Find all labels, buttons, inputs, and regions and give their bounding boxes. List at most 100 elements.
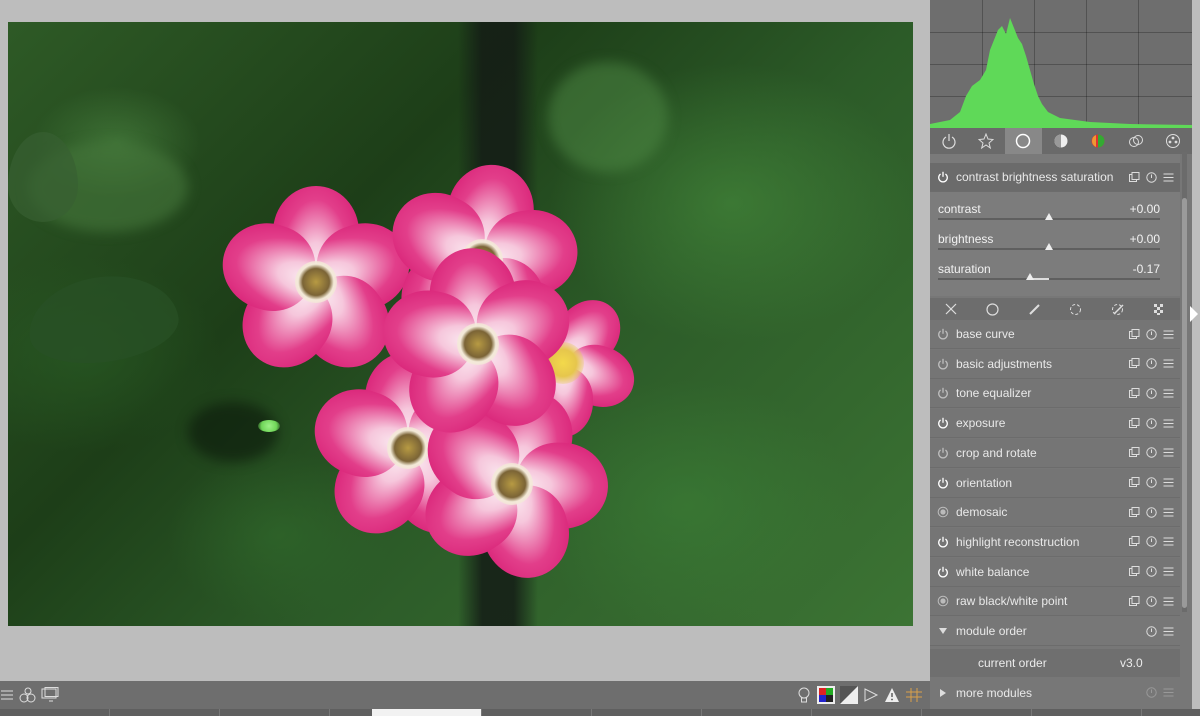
presets-menu-icon[interactable] (1163, 626, 1174, 637)
reset-icon[interactable] (1146, 447, 1157, 458)
presets-menu-icon[interactable] (1163, 536, 1174, 547)
multi-instance-icon[interactable] (1129, 447, 1140, 458)
module-row[interactable]: white balance (930, 557, 1180, 587)
always-on-icon (937, 595, 949, 607)
reset-icon[interactable] (1146, 328, 1157, 340)
reset-icon[interactable] (1146, 536, 1157, 548)
module-power-button[interactable] (930, 171, 956, 183)
presets-menu-icon[interactable] (1163, 566, 1174, 577)
soft-proof-button[interactable] (862, 685, 880, 705)
module-contrast-brightness-saturation[interactable]: contrast brightness saturation (930, 163, 1180, 192)
module-row[interactable]: raw black/white point (930, 587, 1180, 617)
image-canvas[interactable] (8, 22, 913, 626)
module-row[interactable]: base curve (930, 320, 1180, 349)
more-modules-header[interactable]: more modules (930, 678, 1180, 707)
presets-menu-icon[interactable] (1163, 358, 1174, 369)
reset-icon[interactable] (1146, 417, 1157, 429)
reset-icon[interactable] (1146, 596, 1157, 607)
module-row[interactable]: demosaic (930, 498, 1180, 528)
presets-menu-icon[interactable] (1163, 418, 1174, 429)
module-power-button[interactable] (930, 595, 956, 607)
focus-peaking-button[interactable] (796, 685, 812, 705)
multi-instance-icon[interactable] (1129, 536, 1140, 547)
gamut-check-button[interactable] (883, 685, 901, 705)
module-power-button[interactable] (930, 566, 956, 578)
color-assessment-button[interactable] (816, 685, 836, 705)
presets-menu-icon[interactable] (1163, 477, 1174, 488)
presets-menu-icon[interactable] (1163, 447, 1174, 458)
multi-instance-icon[interactable] (1129, 417, 1140, 429)
styles-button[interactable] (18, 685, 38, 705)
flower (211, 186, 421, 385)
raw-overexposed-button[interactable] (839, 685, 859, 705)
reset-icon[interactable] (1146, 687, 1157, 698)
guides-button[interactable] (904, 685, 924, 705)
module-row[interactable]: crop and rotate (930, 438, 1180, 468)
second-window-button[interactable] (40, 685, 60, 705)
presets-menu-icon[interactable] (1163, 507, 1174, 518)
module-row[interactable]: basic adjustments (930, 349, 1180, 379)
mask-tab-drawn-parametric[interactable] (1097, 298, 1139, 320)
module-power-button[interactable] (930, 477, 956, 489)
power-icon (938, 566, 948, 578)
tab-effects[interactable] (1154, 128, 1191, 154)
panel-scrollbar[interactable] (1182, 152, 1187, 612)
contrast-slider[interactable]: contrast +0.00 (938, 198, 1160, 228)
reset-icon[interactable] (1146, 388, 1157, 399)
multi-instance-icon[interactable] (1129, 328, 1140, 340)
multi-instance-icon[interactable] (1129, 477, 1140, 488)
presets-menu-icon[interactable] (1163, 596, 1174, 607)
reset-icon[interactable] (1146, 506, 1157, 518)
histogram[interactable] (930, 0, 1192, 128)
presets-menu-icon[interactable] (1163, 172, 1174, 183)
tab-color[interactable] (1080, 128, 1117, 154)
multi-instance-icon[interactable] (1129, 595, 1140, 607)
expand-panel-arrow[interactable] (1190, 306, 1198, 322)
reset-icon[interactable] (1146, 566, 1157, 577)
reset-icon[interactable] (1146, 171, 1157, 183)
tab-active-modules[interactable] (930, 128, 967, 154)
slider-marker[interactable] (1045, 213, 1053, 220)
slider-marker[interactable] (1026, 273, 1035, 280)
tab-correct[interactable] (1117, 128, 1154, 154)
presets-menu-icon[interactable] (1163, 329, 1174, 340)
mask-tab-raster[interactable] (1138, 298, 1180, 320)
slider-marker[interactable] (1045, 243, 1053, 250)
tab-technical[interactable] (1004, 128, 1043, 154)
reset-icon[interactable] (1146, 477, 1157, 488)
module-power-button[interactable] (930, 417, 956, 429)
mask-tab-parametric[interactable] (1055, 298, 1097, 320)
brightness-slider[interactable]: brightness +0.00 (938, 228, 1160, 258)
reset-icon[interactable] (1146, 625, 1157, 637)
module-row[interactable]: orientation (930, 468, 1180, 498)
module-row[interactable]: exposure (930, 409, 1180, 439)
presets-menu-icon[interactable] (1163, 388, 1174, 399)
module-power-button[interactable] (930, 447, 956, 459)
module-row[interactable]: highlight reconstruction (930, 527, 1180, 557)
menu-button[interactable] (0, 685, 14, 705)
filmstrip-current[interactable] (372, 709, 482, 716)
module-power-button[interactable] (930, 387, 956, 399)
module-row[interactable]: tone equalizer (930, 379, 1180, 409)
module-power-button[interactable] (930, 536, 956, 548)
multi-instance-icon[interactable] (1129, 566, 1140, 577)
mask-tab-off[interactable] (930, 298, 972, 320)
slider-track[interactable] (938, 278, 1160, 280)
mask-tab-uniform[interactable] (972, 298, 1014, 320)
saturation-slider[interactable]: saturation -0.17 (938, 258, 1160, 288)
mask-tab-drawn[interactable] (1013, 298, 1055, 320)
parametric-icon (1070, 303, 1082, 315)
presets-menu-icon[interactable] (1163, 687, 1174, 698)
multi-instance-icon[interactable] (1129, 171, 1140, 183)
reset-icon[interactable] (1146, 358, 1157, 369)
tab-grading[interactable] (1042, 128, 1079, 154)
multi-instance-icon[interactable] (1129, 506, 1140, 518)
module-power-button[interactable] (930, 328, 956, 340)
module-order-header[interactable]: module order (930, 617, 1180, 646)
module-power-button[interactable] (930, 358, 956, 370)
multi-instance-icon[interactable] (1129, 358, 1140, 369)
tab-favorites[interactable] (967, 128, 1004, 154)
multi-instance-icon[interactable] (1129, 387, 1140, 399)
module-power-button[interactable] (930, 506, 956, 518)
scrollbar-thumb[interactable] (1182, 198, 1187, 608)
